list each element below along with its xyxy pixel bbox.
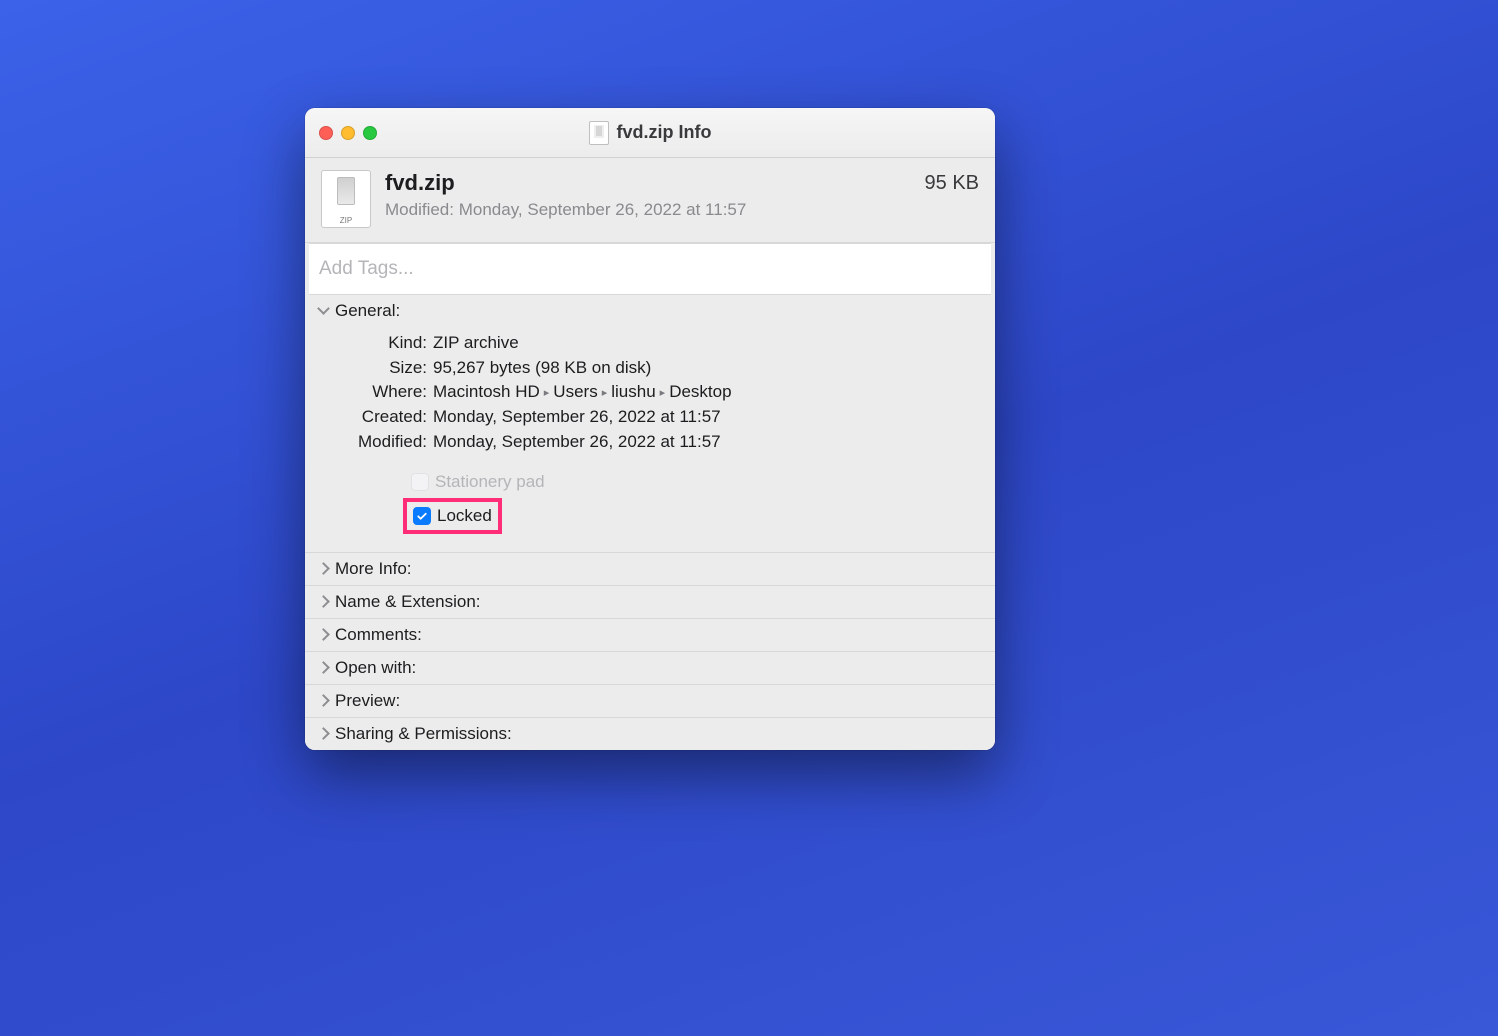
- kv-where: Where: Macintosh HD▸Users▸liushu▸Desktop: [321, 380, 979, 405]
- file-modified-value: Monday, September 26, 2022 at 11:57: [459, 200, 747, 219]
- where-value: Macintosh HD▸Users▸liushu▸Desktop: [433, 380, 979, 405]
- stationery-pad-row: Stationery pad: [411, 472, 979, 492]
- where-seg-2: liushu: [611, 382, 655, 401]
- kind-value: ZIP archive: [433, 331, 979, 356]
- window-title: fvd.zip Info: [617, 122, 712, 143]
- general-checks: Stationery pad Locked: [321, 472, 979, 534]
- minimize-window-button[interactable]: [341, 126, 355, 140]
- path-separator-icon: ▸: [656, 387, 670, 399]
- zip-file-icon: [589, 121, 609, 145]
- file-header: ZIP fvd.zip Modified: Monday, September …: [305, 158, 995, 243]
- tags-area: [305, 243, 995, 295]
- window-controls: [319, 126, 377, 140]
- zoom-window-button[interactable]: [363, 126, 377, 140]
- section-comments-label: Comments:: [335, 625, 422, 645]
- locked-highlight: Locked: [403, 498, 502, 534]
- file-size: 95 KB: [925, 170, 979, 195]
- section-sharing-permissions-label: Sharing & Permissions:: [335, 724, 512, 744]
- where-seg-1: Users: [553, 382, 597, 401]
- chevron-right-icon: [317, 728, 329, 740]
- kv-kind: Kind: ZIP archive: [321, 331, 979, 356]
- modified-label: Modified:: [321, 430, 427, 455]
- modified-value: Monday, September 26, 2022 at 11:57: [433, 430, 979, 455]
- file-thumbnail-badge: ZIP: [340, 216, 352, 225]
- section-name-extension-label: Name & Extension:: [335, 592, 481, 612]
- locked-label: Locked: [437, 506, 492, 526]
- titlebar[interactable]: fvd.zip Info: [305, 108, 995, 158]
- section-general-title: General:: [335, 301, 400, 321]
- file-thumbnail-icon: ZIP: [321, 170, 371, 228]
- file-name: fvd.zip: [385, 170, 911, 196]
- locked-checkbox[interactable]: [413, 507, 431, 525]
- stationery-pad-checkbox: [411, 473, 429, 491]
- created-label: Created:: [321, 405, 427, 430]
- where-seg-0: Macintosh HD: [433, 382, 540, 401]
- chevron-right-icon: [317, 563, 329, 575]
- close-window-button[interactable]: [319, 126, 333, 140]
- collapsed-sections: More Info: Name & Extension: Comments: O…: [305, 553, 995, 750]
- kv-size: Size: 95,267 bytes (98 KB on disk): [321, 356, 979, 381]
- created-value: Monday, September 26, 2022 at 11:57: [433, 405, 979, 430]
- section-more-info[interactable]: More Info:: [305, 553, 995, 585]
- chevron-right-icon: [317, 596, 329, 608]
- file-modified-prefix: Modified:: [385, 200, 454, 219]
- window-title-group: fvd.zip Info: [305, 121, 995, 145]
- section-comments[interactable]: Comments:: [305, 618, 995, 651]
- section-more-info-label: More Info:: [335, 559, 412, 579]
- file-header-main: fvd.zip Modified: Monday, September 26, …: [385, 170, 911, 220]
- section-name-extension[interactable]: Name & Extension:: [305, 585, 995, 618]
- file-modified-line: Modified: Monday, September 26, 2022 at …: [385, 200, 911, 220]
- checkmark-icon: [416, 510, 428, 522]
- tags-input[interactable]: [309, 243, 991, 295]
- chevron-right-icon: [317, 695, 329, 707]
- section-sharing-permissions[interactable]: Sharing & Permissions:: [305, 717, 995, 750]
- size-value: 95,267 bytes (98 KB on disk): [433, 356, 979, 381]
- section-open-with[interactable]: Open with:: [305, 651, 995, 684]
- size-label: Size:: [321, 356, 427, 381]
- section-preview[interactable]: Preview:: [305, 684, 995, 717]
- section-general-header[interactable]: General:: [305, 295, 995, 327]
- path-separator-icon: ▸: [540, 387, 554, 399]
- get-info-window: fvd.zip Info ZIP fvd.zip Modified: Monda…: [305, 108, 995, 750]
- kind-label: Kind:: [321, 331, 427, 356]
- kv-modified: Modified: Monday, September 26, 2022 at …: [321, 430, 979, 455]
- chevron-down-icon: [317, 305, 329, 317]
- locked-row: Locked: [411, 498, 979, 534]
- section-preview-label: Preview:: [335, 691, 400, 711]
- general-body: Kind: ZIP archive Size: 95,267 bytes (98…: [305, 327, 995, 553]
- path-separator-icon: ▸: [598, 387, 612, 399]
- chevron-right-icon: [317, 629, 329, 641]
- chevron-right-icon: [317, 662, 329, 674]
- section-open-with-label: Open with:: [335, 658, 416, 678]
- stationery-pad-label: Stationery pad: [435, 472, 545, 492]
- where-label: Where:: [321, 380, 427, 405]
- where-seg-3: Desktop: [669, 382, 731, 401]
- kv-created: Created: Monday, September 26, 2022 at 1…: [321, 405, 979, 430]
